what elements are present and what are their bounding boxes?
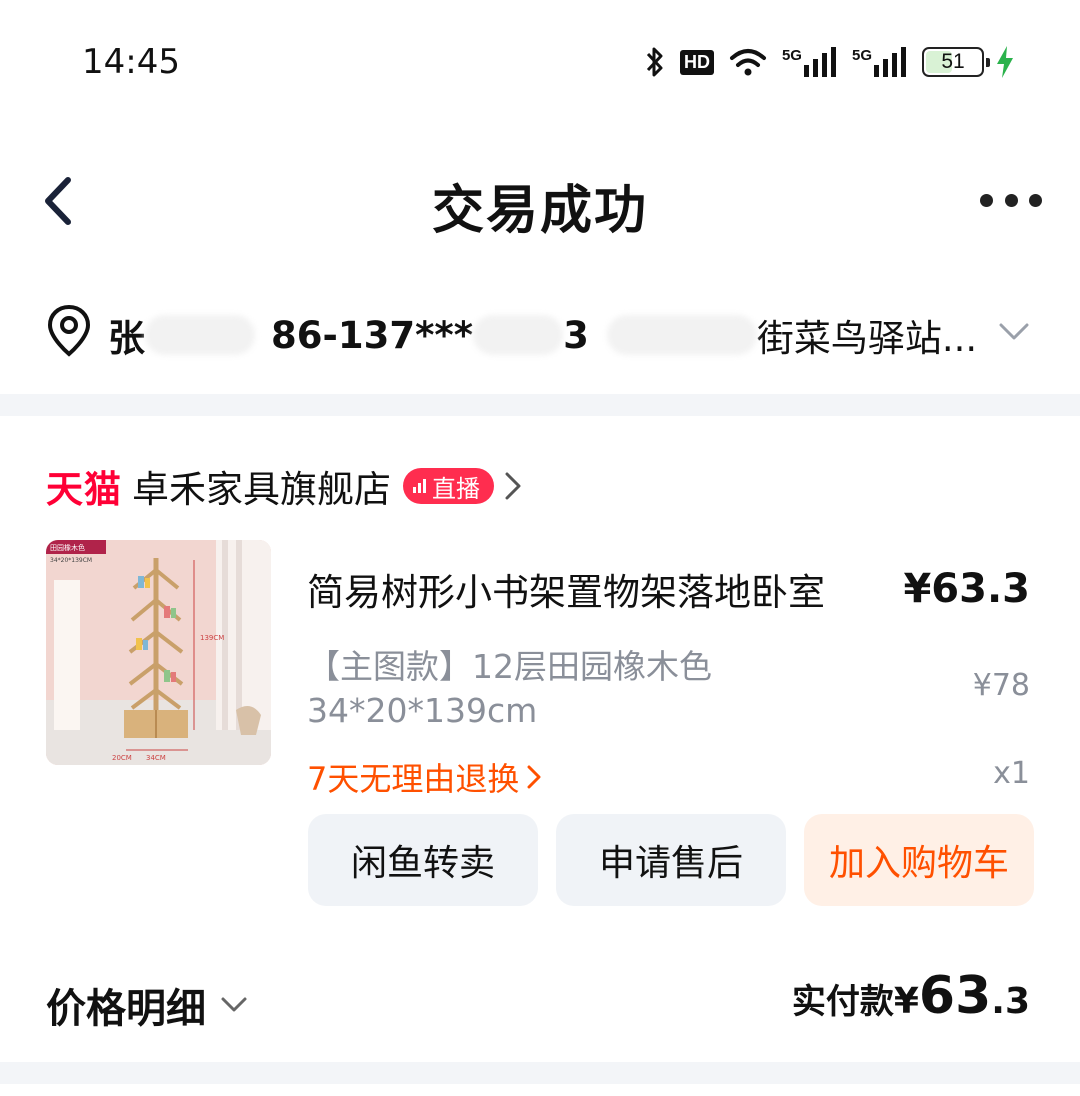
shipping-address[interactable]: 张 86-137*** 3 街菜鸟驿站...: [0, 286, 1080, 386]
price-detail-toggle[interactable]: 价格明细: [46, 976, 248, 1034]
product-quantity: x1: [993, 756, 1030, 791]
chevron-right-icon: [527, 765, 541, 789]
product-price: ¥63.3: [903, 566, 1030, 612]
status-bar: 14:45 HD 5G 5G 51: [0, 0, 1080, 130]
bluetooth-icon: [646, 47, 663, 77]
after-sale-button[interactable]: 申请售后: [556, 814, 786, 906]
location-pin-icon: [47, 304, 91, 357]
redacted-region: [145, 315, 255, 355]
return-policy-link[interactable]: 7天无理由退换: [307, 754, 541, 800]
recipient-phone: 86-137***: [271, 313, 474, 357]
more-dot-icon: [980, 193, 993, 207]
status-icons: HD 5G 5G 51: [644, 40, 1014, 84]
add-to-cart-button[interactable]: 加入购物车: [804, 814, 1034, 906]
image-width-label: 34CM: [146, 754, 166, 762]
paid-decimal: .3: [991, 981, 1030, 1022]
shop-header[interactable]: 天猫 卓禾家具旗舰店 直播: [46, 462, 522, 511]
address-street: 街菜鸟驿站...: [756, 317, 978, 360]
signal-2-group: 5G: [852, 47, 908, 77]
status-time: 14:45: [82, 42, 180, 82]
section-divider: [0, 1062, 1080, 1084]
paid-label: 实付款: [791, 982, 894, 1022]
wifi-icon: [729, 49, 766, 76]
signal-strength-icon: [803, 47, 836, 77]
redacted-region: [473, 315, 564, 355]
charging-icon: [997, 46, 1013, 78]
redacted-region: [606, 315, 757, 355]
more-options-button[interactable]: [980, 188, 1042, 212]
shop-name: 卓禾家具旗舰店: [132, 468, 391, 511]
battery-icon: 51: [922, 47, 990, 77]
live-badge[interactable]: 直播: [403, 468, 494, 504]
recipient-phone-tail: 3: [563, 313, 589, 357]
live-label: 直播: [432, 474, 480, 503]
nav-bar: 交易成功: [0, 150, 1080, 250]
tmall-logo: 天猫: [46, 468, 122, 511]
resell-button[interactable]: 闲鱼转卖: [308, 814, 538, 906]
product-title[interactable]: 简易树形小书架置物架落地卧室: [307, 562, 825, 616]
live-bars-icon: [413, 479, 426, 493]
signal-1-group: 5G: [782, 47, 838, 77]
image-height-label: 139CM: [200, 634, 224, 642]
chevron-right-icon: [505, 472, 521, 500]
bookshelf-illustration: 田园橡木色 34*20*139CM 139CM 34CM 20CM: [46, 540, 271, 765]
paid-integer: 63: [918, 966, 992, 1026]
signal-strength-icon: [874, 47, 906, 77]
address-text: 张 86-137*** 3 街菜鸟驿站...: [108, 308, 977, 362]
more-dot-icon: [1029, 193, 1042, 207]
product-image[interactable]: 田园橡木色 34*20*139CM 139CM 34CM 20CM: [46, 540, 271, 765]
image-tag: 田园橡木色: [50, 543, 85, 552]
return-policy-label: 7天无理由退换: [307, 760, 520, 798]
network-type-label: 5G: [781, 47, 802, 64]
image-size: 34*20*139CM: [50, 557, 92, 564]
recipient-name: 张: [108, 317, 145, 360]
product-original-price: ¥78: [972, 668, 1030, 703]
paid-amount: 实付款 ¥ 63 .3: [792, 966, 1030, 1026]
image-depth-label: 20CM: [112, 754, 132, 762]
price-detail-label: 价格明细: [46, 986, 206, 1032]
product-spec: 【主图款】12层田园橡木色34*20*139cm: [307, 647, 712, 730]
paid-currency: ¥: [893, 981, 919, 1022]
battery-indicator: 51: [922, 46, 1014, 78]
section-divider: [0, 394, 1080, 416]
page-title: 交易成功: [431, 181, 648, 241]
chevron-down-icon: [221, 997, 247, 1012]
battery-level: 51: [941, 50, 965, 73]
more-dot-icon: [1004, 193, 1018, 207]
hd-voice-icon: HD: [679, 49, 714, 75]
chevron-down-icon: [999, 323, 1029, 340]
network-type-label: 5G: [851, 47, 872, 64]
